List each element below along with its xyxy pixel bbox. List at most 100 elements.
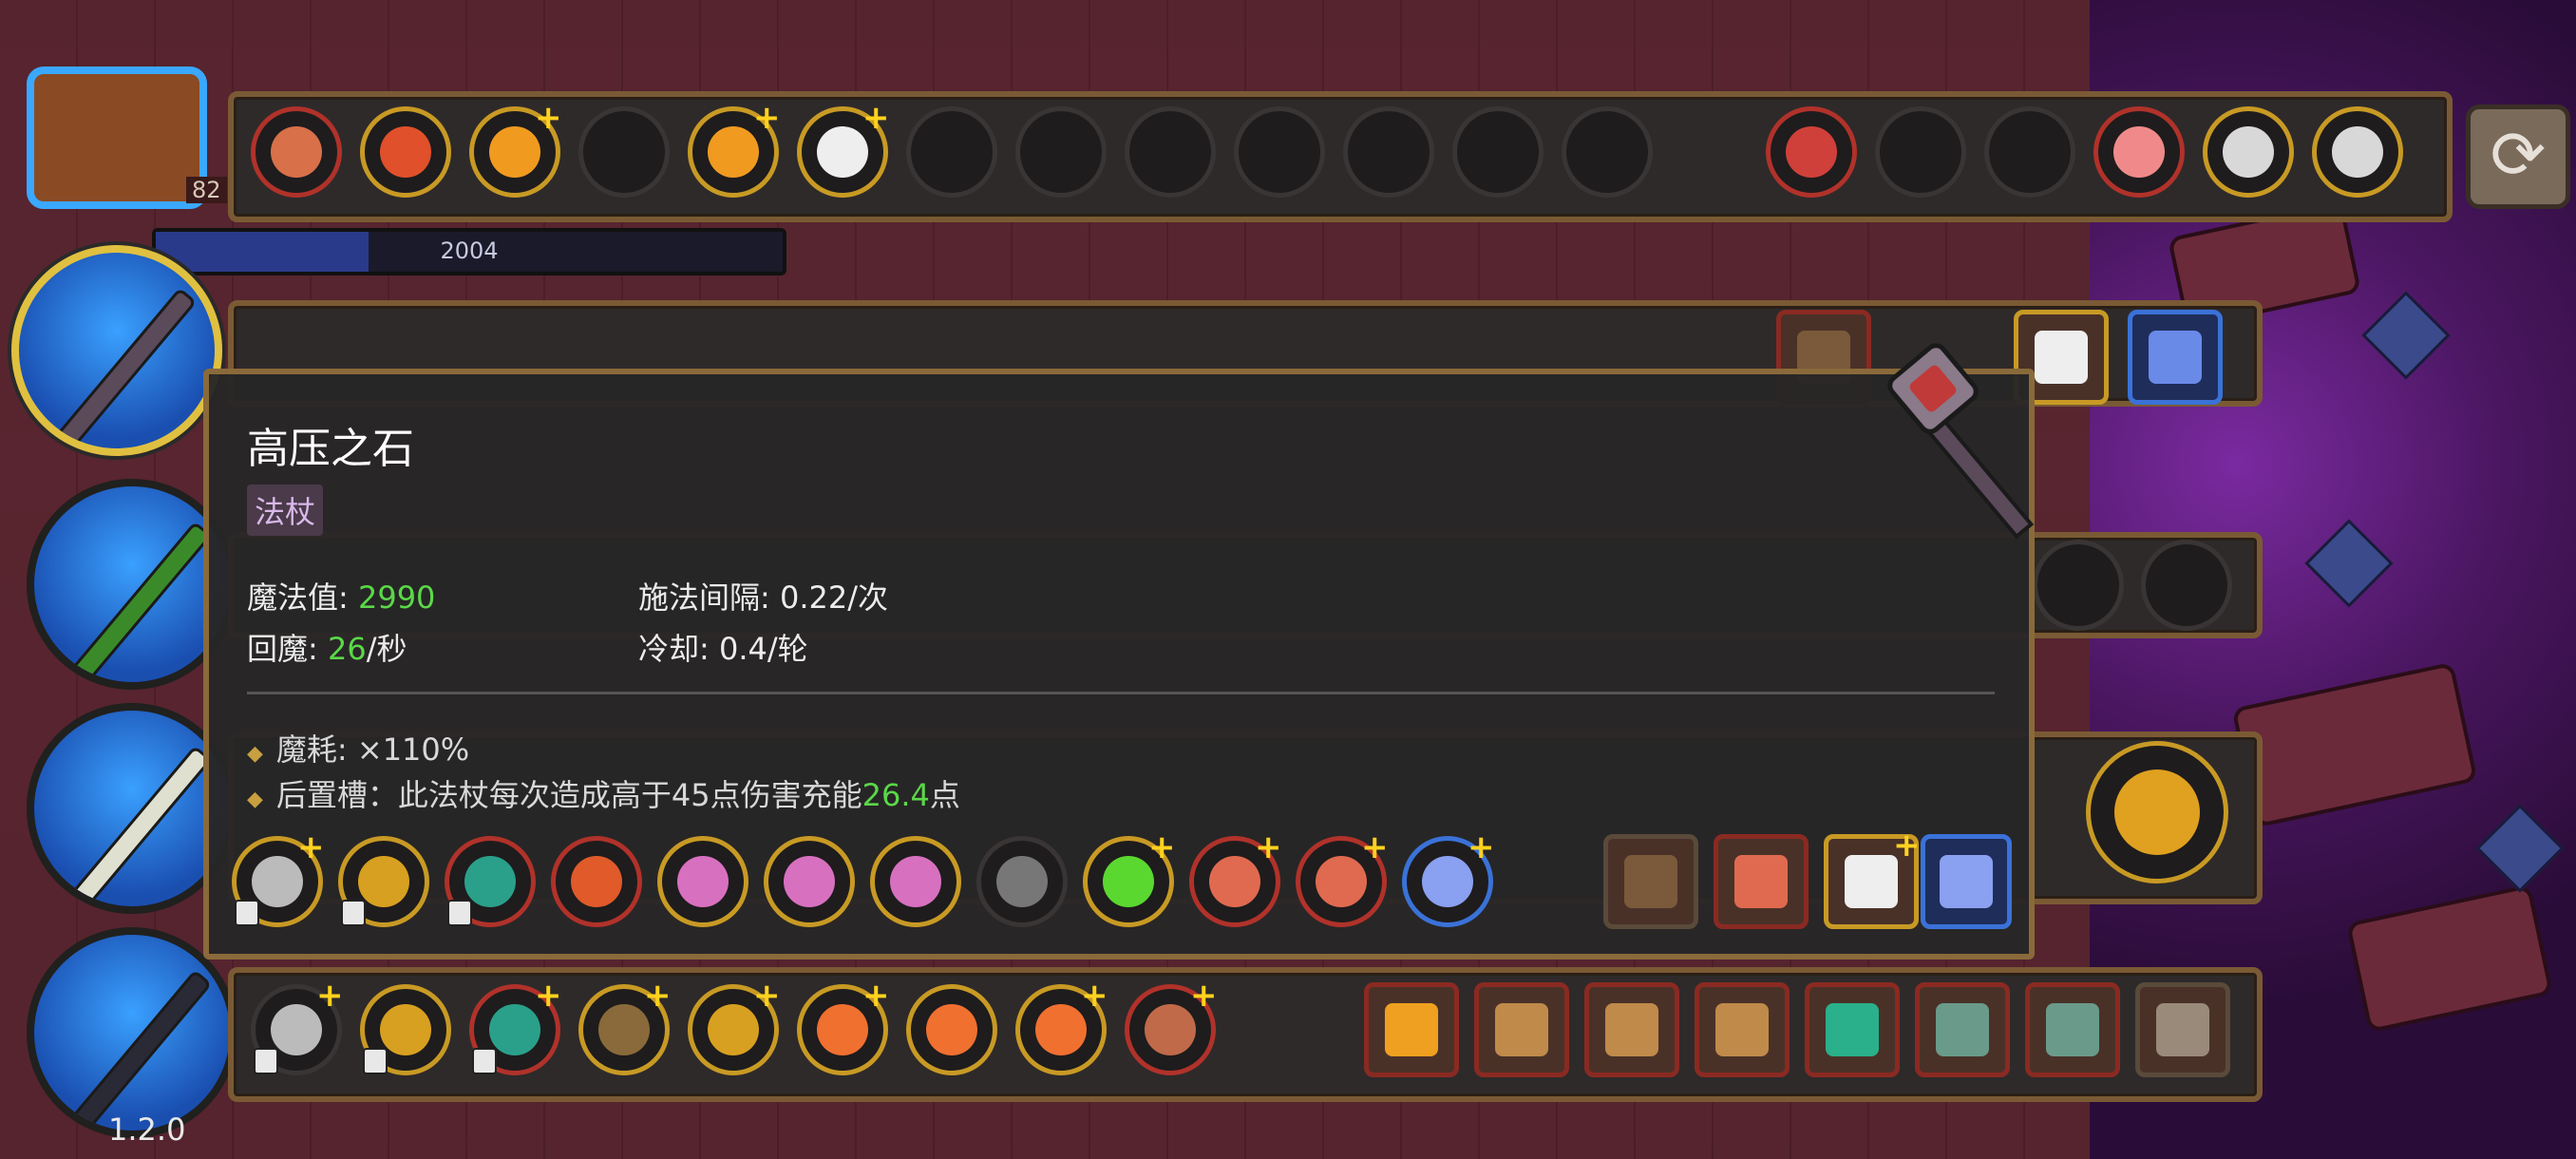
passive-slot[interactable] — [2135, 982, 2230, 1077]
lock-icon — [447, 900, 472, 926]
wand-4-spell-row: + + + + + + + — [228, 967, 2263, 1102]
spell-slot[interactable] — [338, 836, 429, 927]
passive-slot[interactable] — [1364, 982, 1459, 1077]
spell-slot[interactable] — [764, 836, 855, 927]
upgrade-plus-icon: + — [1893, 826, 1921, 864]
upgrade-plus-icon: + — [297, 828, 325, 866]
wand-name: 高压之石 — [247, 425, 414, 473]
upgrade-plus-icon: + — [1081, 977, 1108, 1015]
spell-slot[interactable] — [2086, 741, 2228, 884]
upgrade-plus-icon: + — [316, 977, 344, 1015]
lock-icon — [235, 900, 259, 926]
upgrade-plus-icon: + — [535, 977, 562, 1015]
upgrade-plus-icon: + — [862, 99, 890, 137]
spell-slot[interactable]: + — [1296, 828, 1389, 927]
empty-slot[interactable] — [906, 106, 997, 198]
wand-type-badge: 法杖 — [247, 484, 324, 536]
regen-stat: 回魔: 26/秒 — [247, 631, 407, 667]
bag-count: 82 — [186, 177, 227, 203]
mana-bar: 2004 — [152, 228, 786, 276]
spell-slot[interactable] — [1766, 106, 1857, 198]
wand-icon — [68, 745, 213, 906]
upgrade-plus-icon: + — [1255, 828, 1282, 866]
upgrade-plus-icon: + — [1190, 977, 1218, 1015]
wand-icon — [68, 969, 213, 1130]
bullet-icon: ◆ — [247, 742, 263, 766]
lock-icon — [254, 1048, 278, 1074]
spell-slot[interactable] — [906, 984, 997, 1075]
passive-slot[interactable] — [2128, 310, 2223, 405]
mana-stat: 魔法值: 2990 — [247, 580, 436, 616]
spell-slot[interactable] — [2203, 106, 2294, 198]
wand-tooltip: 高压之石 法杖 魔法值: 2990 回魔: 26/秒 施法间隔: 0.22/次 … — [203, 343, 2035, 960]
empty-slot[interactable] — [1875, 106, 1966, 198]
empty-slot[interactable] — [578, 106, 670, 198]
spell-slot[interactable]: + — [797, 979, 890, 1075]
passive-slot[interactable] — [2025, 982, 2120, 1077]
upgrade-plus-icon: + — [1468, 828, 1495, 866]
upgrade-plus-icon: + — [1361, 828, 1389, 866]
wand-slot-1[interactable] — [11, 245, 222, 456]
post-slot-bullet: ◆ 后置槽：此法杖每次造成高于45点伤害充能26.4点 — [247, 777, 960, 813]
spell-slot[interactable]: + — [688, 99, 781, 198]
spell-slot[interactable] — [2093, 106, 2185, 198]
empty-slot[interactable] — [1125, 106, 1216, 198]
spell-slot[interactable] — [251, 106, 342, 198]
wand-icon — [1887, 343, 2035, 540]
passive-slot[interactable] — [1714, 834, 1809, 929]
bag-icon[interactable] — [27, 66, 207, 209]
refresh-icon[interactable]: ⟳ — [2466, 104, 2570, 209]
passive-slot[interactable] — [1584, 982, 1679, 1077]
spell-slot[interactable] — [870, 836, 961, 927]
empty-slot[interactable] — [1015, 106, 1107, 198]
lock-icon — [472, 1048, 497, 1074]
spell-slot[interactable] — [2312, 106, 2403, 198]
spell-slot[interactable] — [360, 106, 451, 198]
empty-slot[interactable] — [1452, 106, 1544, 198]
upgrade-plus-icon: + — [1148, 828, 1176, 866]
spell-slot[interactable] — [551, 836, 642, 927]
upgrade-plus-icon: + — [753, 977, 781, 1015]
inventory-row: + + + — [228, 91, 2453, 222]
empty-slot[interactable] — [1984, 106, 2075, 198]
passive-slot[interactable] — [1921, 834, 2012, 929]
wand-icon — [68, 521, 213, 682]
passive-slot[interactable] — [1603, 834, 1698, 929]
version-label: 1.2.0 — [108, 1112, 186, 1148]
upgrade-plus-icon: + — [644, 977, 672, 1015]
empty-slot[interactable] — [2033, 540, 2124, 631]
spell-slot[interactable]: + — [797, 99, 890, 198]
spell-slot[interactable] — [657, 836, 748, 927]
bullet-icon: ◆ — [247, 788, 263, 811]
spell-slot[interactable]: + — [578, 977, 672, 1075]
spell-slot[interactable]: + — [469, 99, 562, 198]
spell-slot[interactable]: + — [1189, 828, 1282, 927]
passive-slot[interactable] — [1695, 982, 1790, 1077]
empty-slot[interactable] — [2141, 540, 2232, 631]
cooldown-stat: 冷却: 0.4/轮 — [638, 631, 808, 667]
upgrade-plus-icon: + — [535, 99, 562, 137]
empty-slot[interactable] — [1234, 106, 1325, 198]
lock-icon — [363, 1048, 388, 1074]
spell-slot[interactable]: + — [688, 977, 781, 1075]
passive-slot[interactable] — [1915, 982, 2010, 1077]
spell-slot[interactable]: + — [232, 828, 325, 927]
spell-slot[interactable]: + — [1083, 828, 1176, 927]
spell-slot[interactable] — [360, 984, 451, 1075]
lock-icon — [341, 900, 366, 926]
wand-icon — [53, 287, 198, 448]
spell-slot[interactable]: + — [1125, 977, 1218, 1075]
passive-slot[interactable] — [1474, 982, 1569, 1077]
spell-slot[interactable] — [445, 836, 536, 927]
upgrade-plus-icon: + — [753, 99, 781, 137]
spell-slot[interactable] — [976, 836, 1068, 927]
spell-slot[interactable]: + — [469, 977, 562, 1075]
passive-slot[interactable] — [1805, 982, 1900, 1077]
spell-slot[interactable]: + — [1402, 828, 1495, 927]
passive-slot[interactable]: + — [1824, 826, 1921, 929]
empty-slot[interactable] — [1562, 106, 1653, 198]
mana-value: 2004 — [440, 238, 499, 264]
spell-slot[interactable]: + — [1015, 977, 1108, 1075]
spell-slot[interactable]: + — [251, 977, 344, 1075]
empty-slot[interactable] — [1343, 106, 1434, 198]
